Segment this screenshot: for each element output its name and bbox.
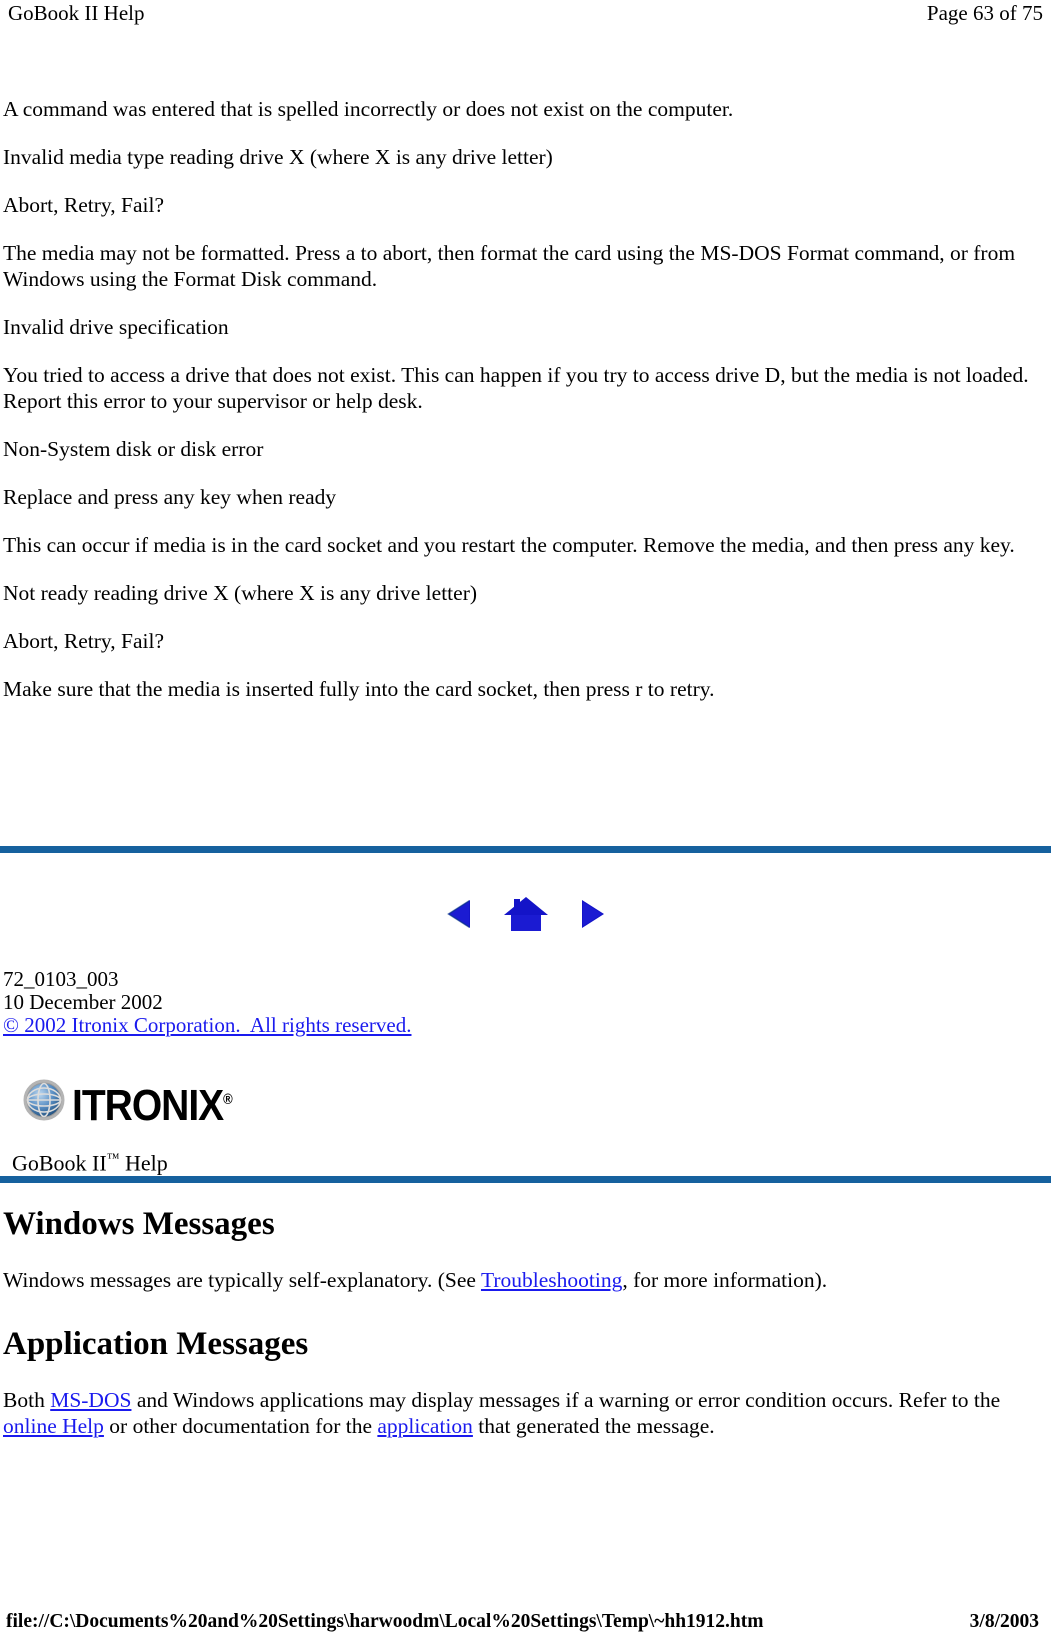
heading-application-messages: Application Messages [3,1326,309,1362]
paragraph-windows-messages: Windows messages are typically self-expl… [3,1267,1045,1293]
home-icon[interactable] [502,894,550,934]
article-section: Windows Messages Windows messages are ty… [3,1205,1045,1439]
paragraph: Non-System disk or disk error [3,437,264,461]
registered-mark: ® [223,1090,233,1107]
print-footer: file://C:\Documents%20and%20Settings\har… [0,1610,1051,1634]
forward-arrow-icon[interactable] [572,896,608,932]
text-fragment: and Windows applications may display mes… [131,1388,1001,1412]
document-date: 10 December 2002 [3,990,163,1014]
paragraph: Replace and press any key when ready [3,485,337,509]
back-arrow-icon[interactable] [444,896,480,932]
divider-rule-middle [0,1176,1051,1183]
troubleshooting-link[interactable]: Troubleshooting [481,1268,622,1292]
divider-rule-top [0,846,1051,853]
trademark-mark: ™ [106,1150,120,1165]
text-fragment: , for more information). [622,1268,828,1292]
paragraph: Make sure that the media is inserted ful… [3,677,715,701]
navigation-bar [0,894,1051,934]
product-title: GoBook II™ Help [12,1145,168,1176]
paragraph-application-messages: Both MS-DOS and Windows applications may… [3,1387,1045,1439]
paragraph: Abort, Retry, Fail? [3,629,165,653]
paragraph: Invalid drive specification [3,315,229,339]
footer-file-url: file://C:\Documents%20and%20Settings\har… [6,1611,764,1632]
paragraph: A command was entered that is spelled in… [3,97,734,121]
text-fragment: Windows messages are typically self-expl… [3,1268,481,1292]
paragraph: The media may not be formatted. Press a … [3,241,1016,291]
product-title-suffix: Help [119,1150,168,1176]
paragraph: Not ready reading drive X (where X is an… [3,581,478,605]
globe-icon [22,1078,66,1127]
paragraph: You tried to access a drive that does no… [3,363,1029,413]
online-help-link[interactable]: online Help [3,1414,104,1438]
application-link[interactable]: application [377,1414,473,1438]
itronix-logo: ITRONIX® [22,1078,233,1130]
paragraph: This can occur if media is in the card s… [3,533,1015,557]
itronix-wordmark: ITRONIX® [72,1081,233,1130]
running-header: GoBook II Help Page 63 of 75 [0,0,1051,30]
paragraph: Invalid media type reading drive X (wher… [3,145,553,169]
heading-windows-messages: Windows Messages [3,1206,275,1242]
footer-date: 3/8/2003 [969,1611,1039,1632]
help-page: GoBook II Help Page 63 of 75 A command w… [0,0,1051,1642]
credit-block: 72_0103_003 10 December 2002 © 2002 Itro… [3,968,411,1037]
product-title-main: GoBook II [12,1150,107,1176]
text-fragment: or other documentation for the [103,1414,378,1438]
copyright-link[interactable]: © 2002 Itronix Corporation. All rights r… [3,1013,411,1037]
main-content: A command was entered that is spelled in… [3,96,1045,724]
header-page-indicator: Page 63 of 75 [926,1,1043,25]
text-fragment: Both [3,1388,51,1412]
header-title: GoBook II Help [8,1,145,25]
ms-dos-link[interactable]: MS-DOS [50,1388,131,1412]
paragraph: Abort, Retry, Fail? [3,193,165,217]
text-fragment: that generated the message. [472,1414,715,1438]
document-number: 72_0103_003 [3,967,119,991]
